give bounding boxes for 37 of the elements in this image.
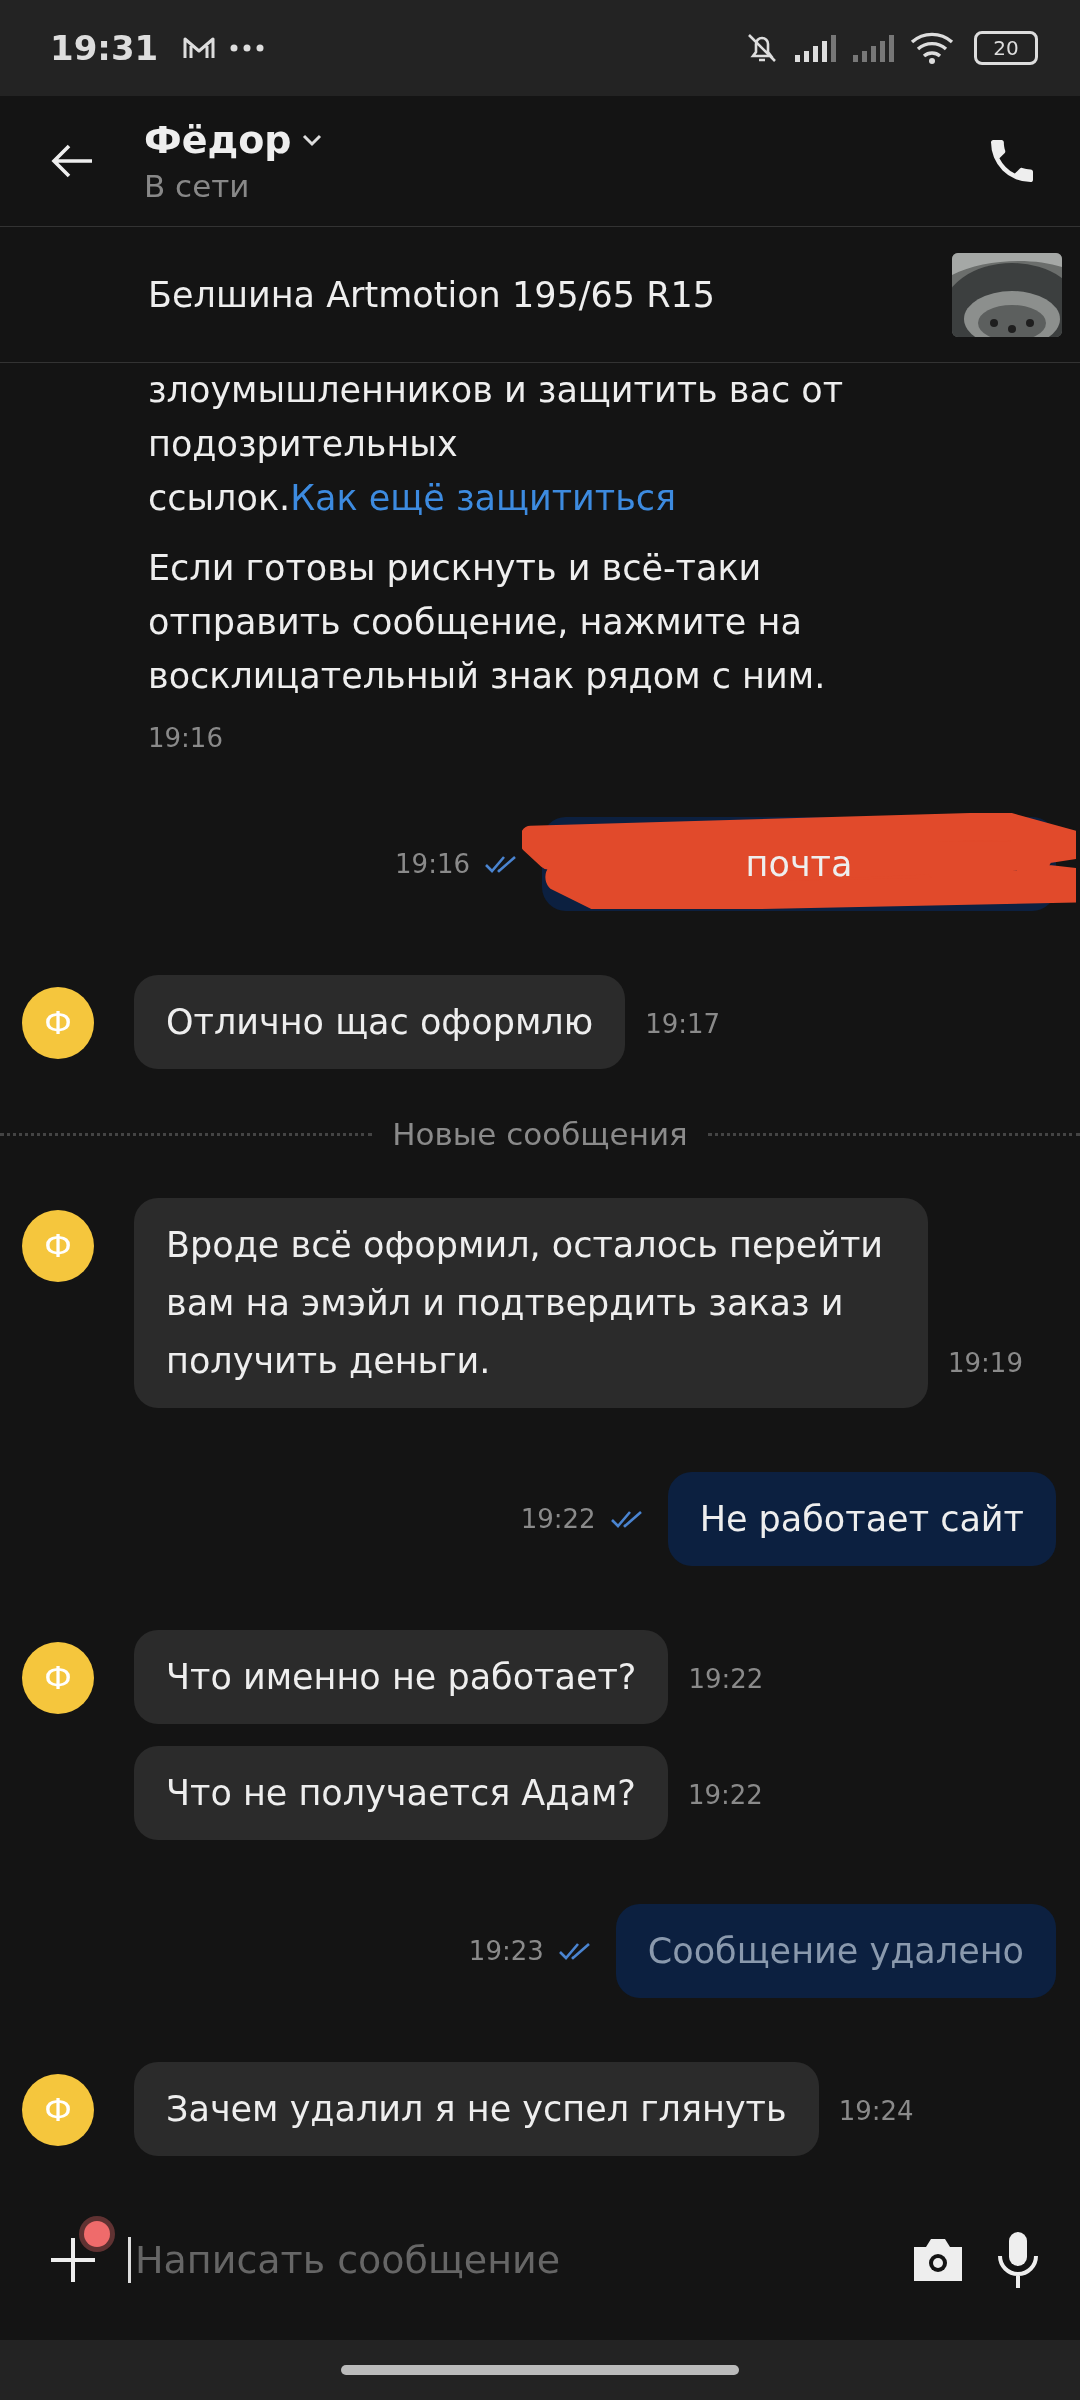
signal-icon (852, 33, 896, 63)
message-time: 19:22 (520, 1504, 596, 1534)
system-notice-text: Если готовы рискнуть и всё-таки отправить сообщение, нажмите на восклицательный знак рядом с ним. (148, 547, 827, 698)
battery-level: 20 (993, 36, 1019, 60)
clock: 19:31 (50, 28, 159, 68)
outgoing-message: Не работает сайт (667, 1472, 1056, 1566)
new-messages-divider: Новые сообщения (392, 1116, 688, 1152)
incoming-message: Отлично щас оформлю (134, 975, 626, 1069)
wifi-icon (910, 32, 954, 64)
home-handle[interactable] (341, 2365, 739, 2375)
online-status: В сети (144, 168, 251, 204)
incoming-message: Вроде всё оформил, осталось перейти вам на эмэйл и подтвердить заказ и получить деньги. (134, 1198, 928, 1408)
mail-icon (182, 35, 217, 61)
incoming-message: Что именно не работает? (134, 1630, 669, 1724)
message-time: 19:22 (687, 1780, 763, 1810)
product-title[interactable]: Белшина Artmotion 195/65 R15 (148, 274, 952, 315)
protection-link[interactable]: Как ещё защититься (290, 478, 677, 518)
back-icon[interactable] (50, 143, 94, 179)
system-notice-text: злоумышленников и защитить вас от подозрительных ссылок.Как ещё защититься (148, 369, 845, 520)
outgoing-message: Сообщение удалено (615, 1904, 1056, 1998)
contact-name[interactable]: Фёдор (144, 118, 292, 162)
message-time: 19:24 (838, 2096, 914, 2126)
message-time: 19:16 (395, 849, 470, 879)
add-icon[interactable] (48, 2235, 98, 2285)
signal-icon (794, 33, 838, 63)
message-time: 19:23 (468, 1936, 544, 1966)
incoming-message: Что не получается Адам? (134, 1746, 668, 1840)
message-time: 19:16 (148, 723, 224, 753)
chevron-down-icon[interactable] (301, 133, 324, 147)
message-time: 19:19 (948, 1348, 1023, 1378)
more-icon (230, 44, 265, 52)
product-bar[interactable]: Белшина Artmotion 195/65 R15 (0, 227, 1080, 363)
microphone-icon[interactable] (996, 2230, 1040, 2290)
message-input[interactable]: Написать сообщение (128, 2237, 880, 2283)
message-time: 19:22 (688, 1664, 764, 1694)
message-time: 19:17 (645, 1009, 721, 1039)
incoming-message: Зачем удалил я не успел глянуть (134, 2062, 819, 2156)
